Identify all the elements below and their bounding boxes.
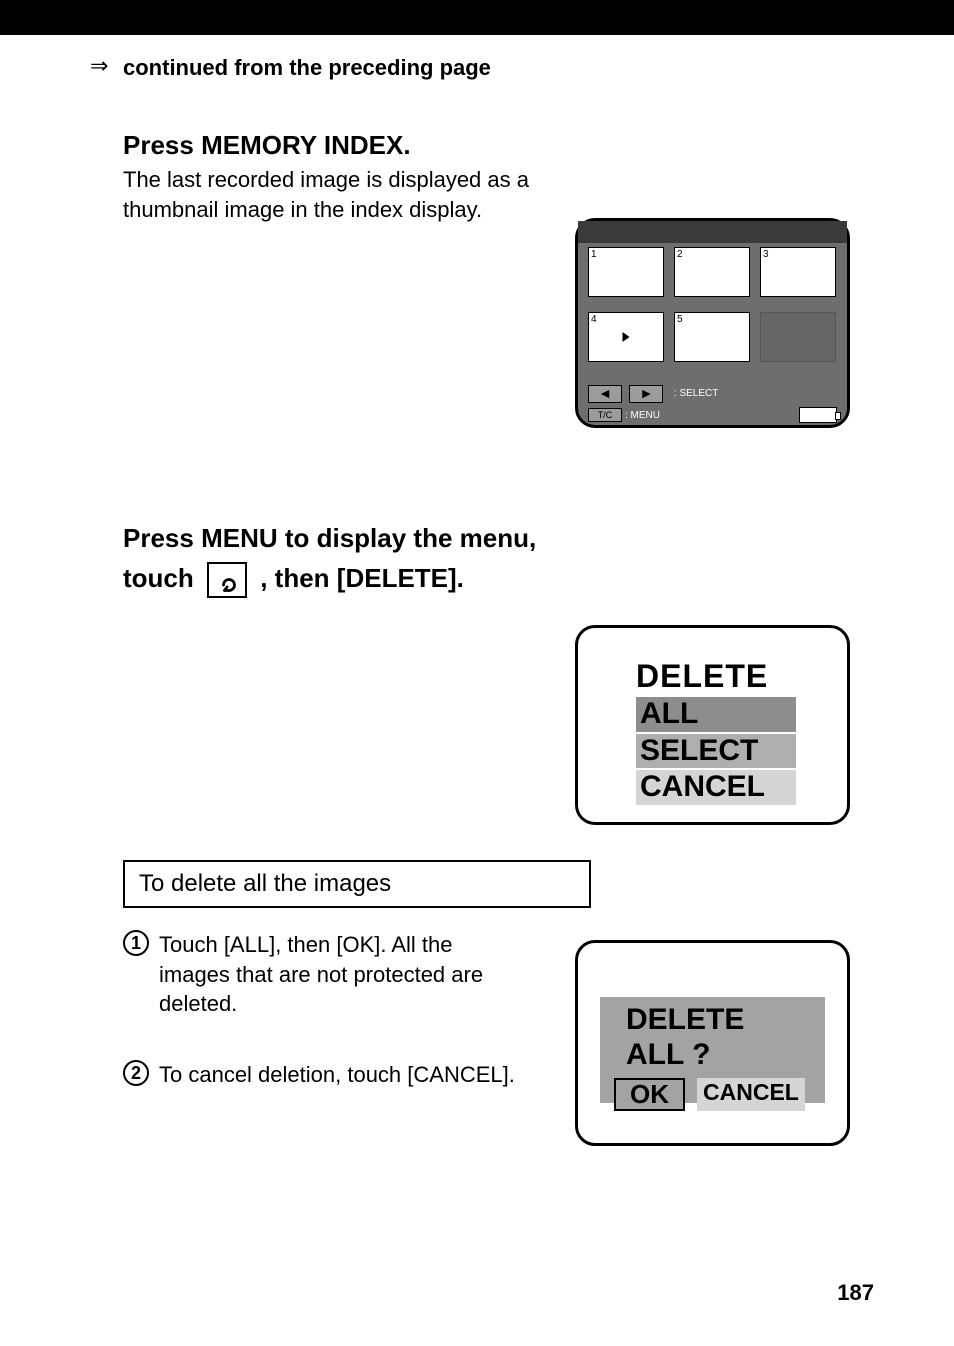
confirm-line-1: DELETE [608,1003,817,1038]
delete-menu-title: DELETE [608,658,817,695]
delete-menu-cancel[interactable]: CANCEL [636,770,796,805]
step-b-posttext: , then [DELETE]. [260,563,464,593]
delete-menu-select[interactable]: SELECT [636,734,796,769]
boxed-subheading-text: To delete all the images [139,870,391,898]
step-a-title: Press MEMORY INDEX. [123,128,411,163]
confirm-line-2: ALL ? [608,1038,817,1073]
delete-menu-all[interactable]: ALL [636,697,796,732]
battery-icon [799,407,837,423]
lead-text: continued from the preceding page [123,53,491,83]
thumb-label: 4 [591,314,597,325]
step-number-2: 2 [123,1060,149,1086]
menu-tag: : MENU [625,410,660,421]
tc-menu-button[interactable]: T/C [588,408,622,422]
thumbnail: 5 [674,312,750,362]
step-a-body: The last recorded image is displayed as … [123,165,543,224]
play-icon [623,332,630,342]
substep-1-body: Touch [ALL], then [OK]. All the images t… [159,930,523,1019]
header-black-bar [0,0,954,35]
confirm-ok-button[interactable]: OK [614,1078,685,1111]
nav-right-button[interactable]: ► [629,385,663,403]
step-b-line: Press MENU to display the menu, touch , … [123,518,573,599]
figure1-titlebar [578,221,847,243]
select-tag: : SELECT [674,388,718,399]
figure1-controls: ◄ ► : SELECT T/C : MENU [578,377,847,427]
confirm-cancel-button[interactable]: CANCEL [697,1078,805,1111]
step-number-1: 1 [123,930,149,956]
thumbnail: 4 [588,312,664,362]
thumbnail: 1 [588,247,664,297]
figure-delete-all-confirm: DELETE ALL ? OK CANCEL [575,940,850,1146]
page-number: 187 [837,1280,874,1306]
thumbnail-empty [760,312,836,362]
figure1-thumbnail-grid: 1 2 3 4 5 [578,243,847,377]
substep-1: 1 Touch [ALL], then [OK]. All the images… [123,930,523,1019]
nav-left-button[interactable]: ◄ [588,385,622,403]
thumbnail: 2 [674,247,750,297]
figure-memory-index: 1 2 3 4 5 ◄ ► : SELECT T/C : MENU [575,218,850,428]
return-icon[interactable] [218,574,236,592]
confirm-panel: DELETE ALL ? OK CANCEL [600,997,825,1103]
substep-2: 2 To cancel deletion, touch [CANCEL]. [123,1060,523,1090]
thumbnail: 3 [760,247,836,297]
figure-delete-menu: DELETE ALL SELECT CANCEL [575,625,850,825]
arrow-right-icon: ⇒ [90,55,108,77]
boxed-subheading: To delete all the images [123,860,591,908]
substep-2-body: To cancel deletion, touch [CANCEL]. [159,1060,515,1090]
